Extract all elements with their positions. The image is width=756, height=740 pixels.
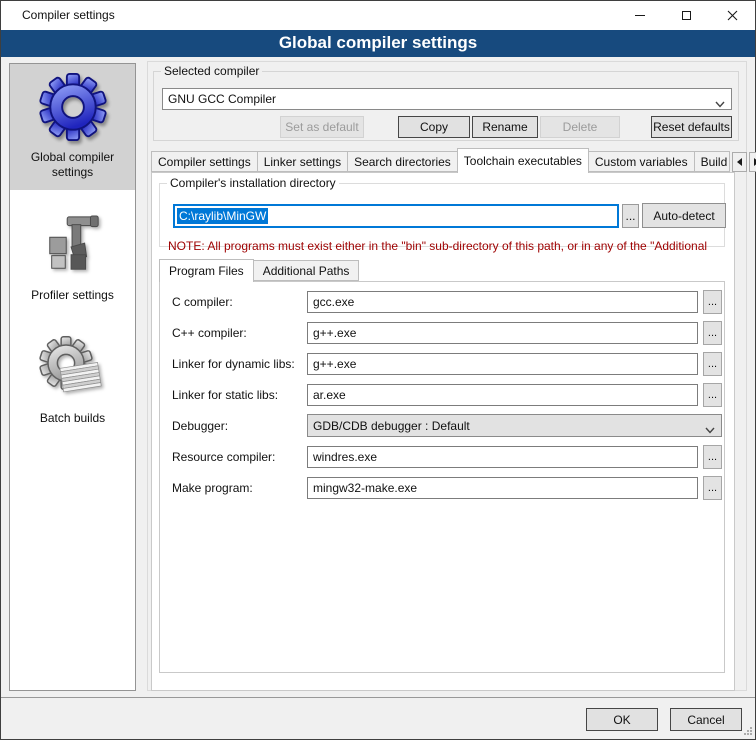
profiler-icon bbox=[42, 209, 104, 281]
selected-compiler-combobox[interactable]: GNU GCC Compiler bbox=[162, 88, 732, 110]
ok-button[interactable]: OK bbox=[586, 708, 658, 731]
linker-for-static-libs-input[interactable]: ar.exe bbox=[307, 384, 698, 406]
selected-compiler-group-title: Selected compiler bbox=[161, 64, 262, 78]
toolchain-executables-page: Compiler's installation directory C:\ray… bbox=[151, 172, 735, 691]
delete-button: Delete bbox=[540, 116, 620, 138]
footer-separator bbox=[1, 697, 755, 698]
window-title: Compiler settings bbox=[22, 8, 115, 22]
tab-program-files[interactable]: Program Files bbox=[159, 259, 254, 282]
auto-detect-button[interactable]: Auto-detect bbox=[642, 203, 726, 228]
field-label: C compiler: bbox=[172, 295, 307, 309]
field-row-make-program: Make program:mingw32-make.exe... bbox=[172, 476, 722, 499]
minimize-icon bbox=[635, 15, 645, 16]
field-label: Linker for static libs: bbox=[172, 388, 307, 402]
resource-compiler-browse-button[interactable]: ... bbox=[703, 445, 722, 469]
resource-compiler-input[interactable]: windres.exe bbox=[307, 446, 698, 468]
make-program-input[interactable]: mingw32-make.exe bbox=[307, 477, 698, 499]
selected-compiler-value: GNU GCC Compiler bbox=[168, 92, 276, 106]
install-dir-group: Compiler's installation directory C:\ray… bbox=[159, 183, 725, 247]
field-label: Linker for dynamic libs: bbox=[172, 357, 307, 371]
titlebar[interactable]: Compiler settings bbox=[1, 1, 755, 30]
field-row-linker-for-static-libs: Linker for static libs:ar.exe... bbox=[172, 383, 722, 406]
debugger-combobox[interactable]: GDB/CDB debugger : Default bbox=[307, 414, 722, 437]
tab-scroll-right-button[interactable] bbox=[749, 152, 756, 172]
maximize-icon bbox=[682, 11, 691, 20]
batch-builds-icon bbox=[38, 332, 108, 404]
compiler-settings-dialog: Compiler settings Global compiler settin… bbox=[0, 0, 756, 740]
minimize-button[interactable] bbox=[617, 1, 663, 30]
tab-search-directories[interactable]: Search directories bbox=[347, 151, 458, 172]
c-compiler-input[interactable]: g++.exe bbox=[307, 322, 698, 344]
maximize-button[interactable] bbox=[663, 1, 709, 30]
close-button[interactable] bbox=[709, 1, 755, 30]
tab-additional-paths[interactable]: Additional Paths bbox=[253, 260, 360, 281]
triangle-left-icon bbox=[737, 158, 742, 166]
sidebar-item-label: Global compiler settings bbox=[14, 150, 131, 180]
field-label: Make program: bbox=[172, 481, 307, 495]
reset-defaults-button[interactable]: Reset defaults bbox=[651, 116, 732, 138]
program-tabbar: Program FilesAdditional Paths bbox=[159, 259, 359, 282]
tab-scroll-left-button[interactable] bbox=[732, 152, 747, 172]
combobox-value: GDB/CDB debugger : Default bbox=[313, 419, 470, 433]
linker-for-dynamic-libs-input[interactable]: g++.exe bbox=[307, 353, 698, 375]
tab-custom-variables[interactable]: Custom variables bbox=[588, 151, 695, 172]
set-as-default-button: Set as default bbox=[280, 116, 364, 138]
install-dir-browse-button[interactable]: ... bbox=[622, 204, 639, 228]
field-row-debugger: Debugger: GDB/CDB debugger : Default bbox=[172, 414, 722, 437]
resize-grip[interactable] bbox=[743, 727, 752, 736]
install-dir-note: NOTE: All programs must exist either in … bbox=[168, 239, 720, 254]
tab-linker-settings[interactable]: Linker settings bbox=[257, 151, 348, 172]
sidebar-item-batch-builds[interactable]: Batch builds bbox=[10, 325, 135, 436]
sidebar: Global compiler settings Profiler setting… bbox=[9, 63, 136, 691]
window-controls bbox=[617, 1, 755, 30]
linker-for-static-libs-browse-button[interactable]: ... bbox=[703, 383, 722, 407]
c-compiler-input[interactable]: gcc.exe bbox=[307, 291, 698, 313]
sidebar-item-global-compiler-settings[interactable]: Global compiler settings bbox=[10, 64, 135, 190]
selected-compiler-group: Selected compiler GNU GCC Compiler Set a… bbox=[153, 71, 739, 141]
chevron-down-icon bbox=[705, 423, 715, 437]
tab-build-options[interactable]: Build options bbox=[694, 151, 730, 172]
sidebar-item-label: Batch builds bbox=[40, 411, 105, 426]
field-row-c-compiler: C++ compiler:g++.exe... bbox=[172, 321, 722, 344]
install-dir-input[interactable]: C:\raylib\MinGW bbox=[173, 204, 619, 228]
field-label: Debugger: bbox=[172, 419, 307, 433]
compiler-action-buttons: Set as default CopyRenameDelete Reset defa… bbox=[154, 116, 738, 138]
program-files-page: C compiler:gcc.exe...C++ compiler:g++.ex… bbox=[159, 281, 725, 673]
global-compiler-gear-icon bbox=[36, 71, 110, 143]
field-row-c-compiler: C compiler:gcc.exe... bbox=[172, 290, 722, 313]
rename-button[interactable]: Rename bbox=[472, 116, 538, 138]
tab-toolchain-executables[interactable]: Toolchain executables bbox=[457, 148, 589, 173]
tab-compiler-settings[interactable]: Compiler settings bbox=[151, 151, 258, 172]
linker-for-dynamic-libs-browse-button[interactable]: ... bbox=[703, 352, 722, 376]
field-row-resource-compiler: Resource compiler:windres.exe... bbox=[172, 445, 722, 468]
sidebar-item-profiler-settings[interactable]: Profiler settings bbox=[10, 202, 135, 313]
c-compiler-browse-button[interactable]: ... bbox=[703, 290, 722, 314]
field-label: C++ compiler: bbox=[172, 326, 307, 340]
sidebar-item-label: Profiler settings bbox=[31, 288, 114, 303]
c-compiler-browse-button[interactable]: ... bbox=[703, 321, 722, 345]
chevron-down-icon bbox=[715, 97, 725, 111]
install-dir-group-title: Compiler's installation directory bbox=[167, 176, 339, 190]
main-tabbar: Compiler settingsLinker settingsSearch d… bbox=[151, 151, 756, 173]
install-dir-value: C:\raylib\MinGW bbox=[177, 208, 268, 224]
cancel-button[interactable]: Cancel bbox=[670, 708, 742, 731]
field-row-linker-for-dynamic-libs: Linker for dynamic libs:g++.exe... bbox=[172, 352, 722, 375]
field-label: Resource compiler: bbox=[172, 450, 307, 464]
copy-button[interactable]: Copy bbox=[398, 116, 470, 138]
make-program-browse-button[interactable]: ... bbox=[703, 476, 722, 500]
close-icon bbox=[727, 10, 738, 21]
dialog-banner: Global compiler settings bbox=[1, 30, 755, 57]
